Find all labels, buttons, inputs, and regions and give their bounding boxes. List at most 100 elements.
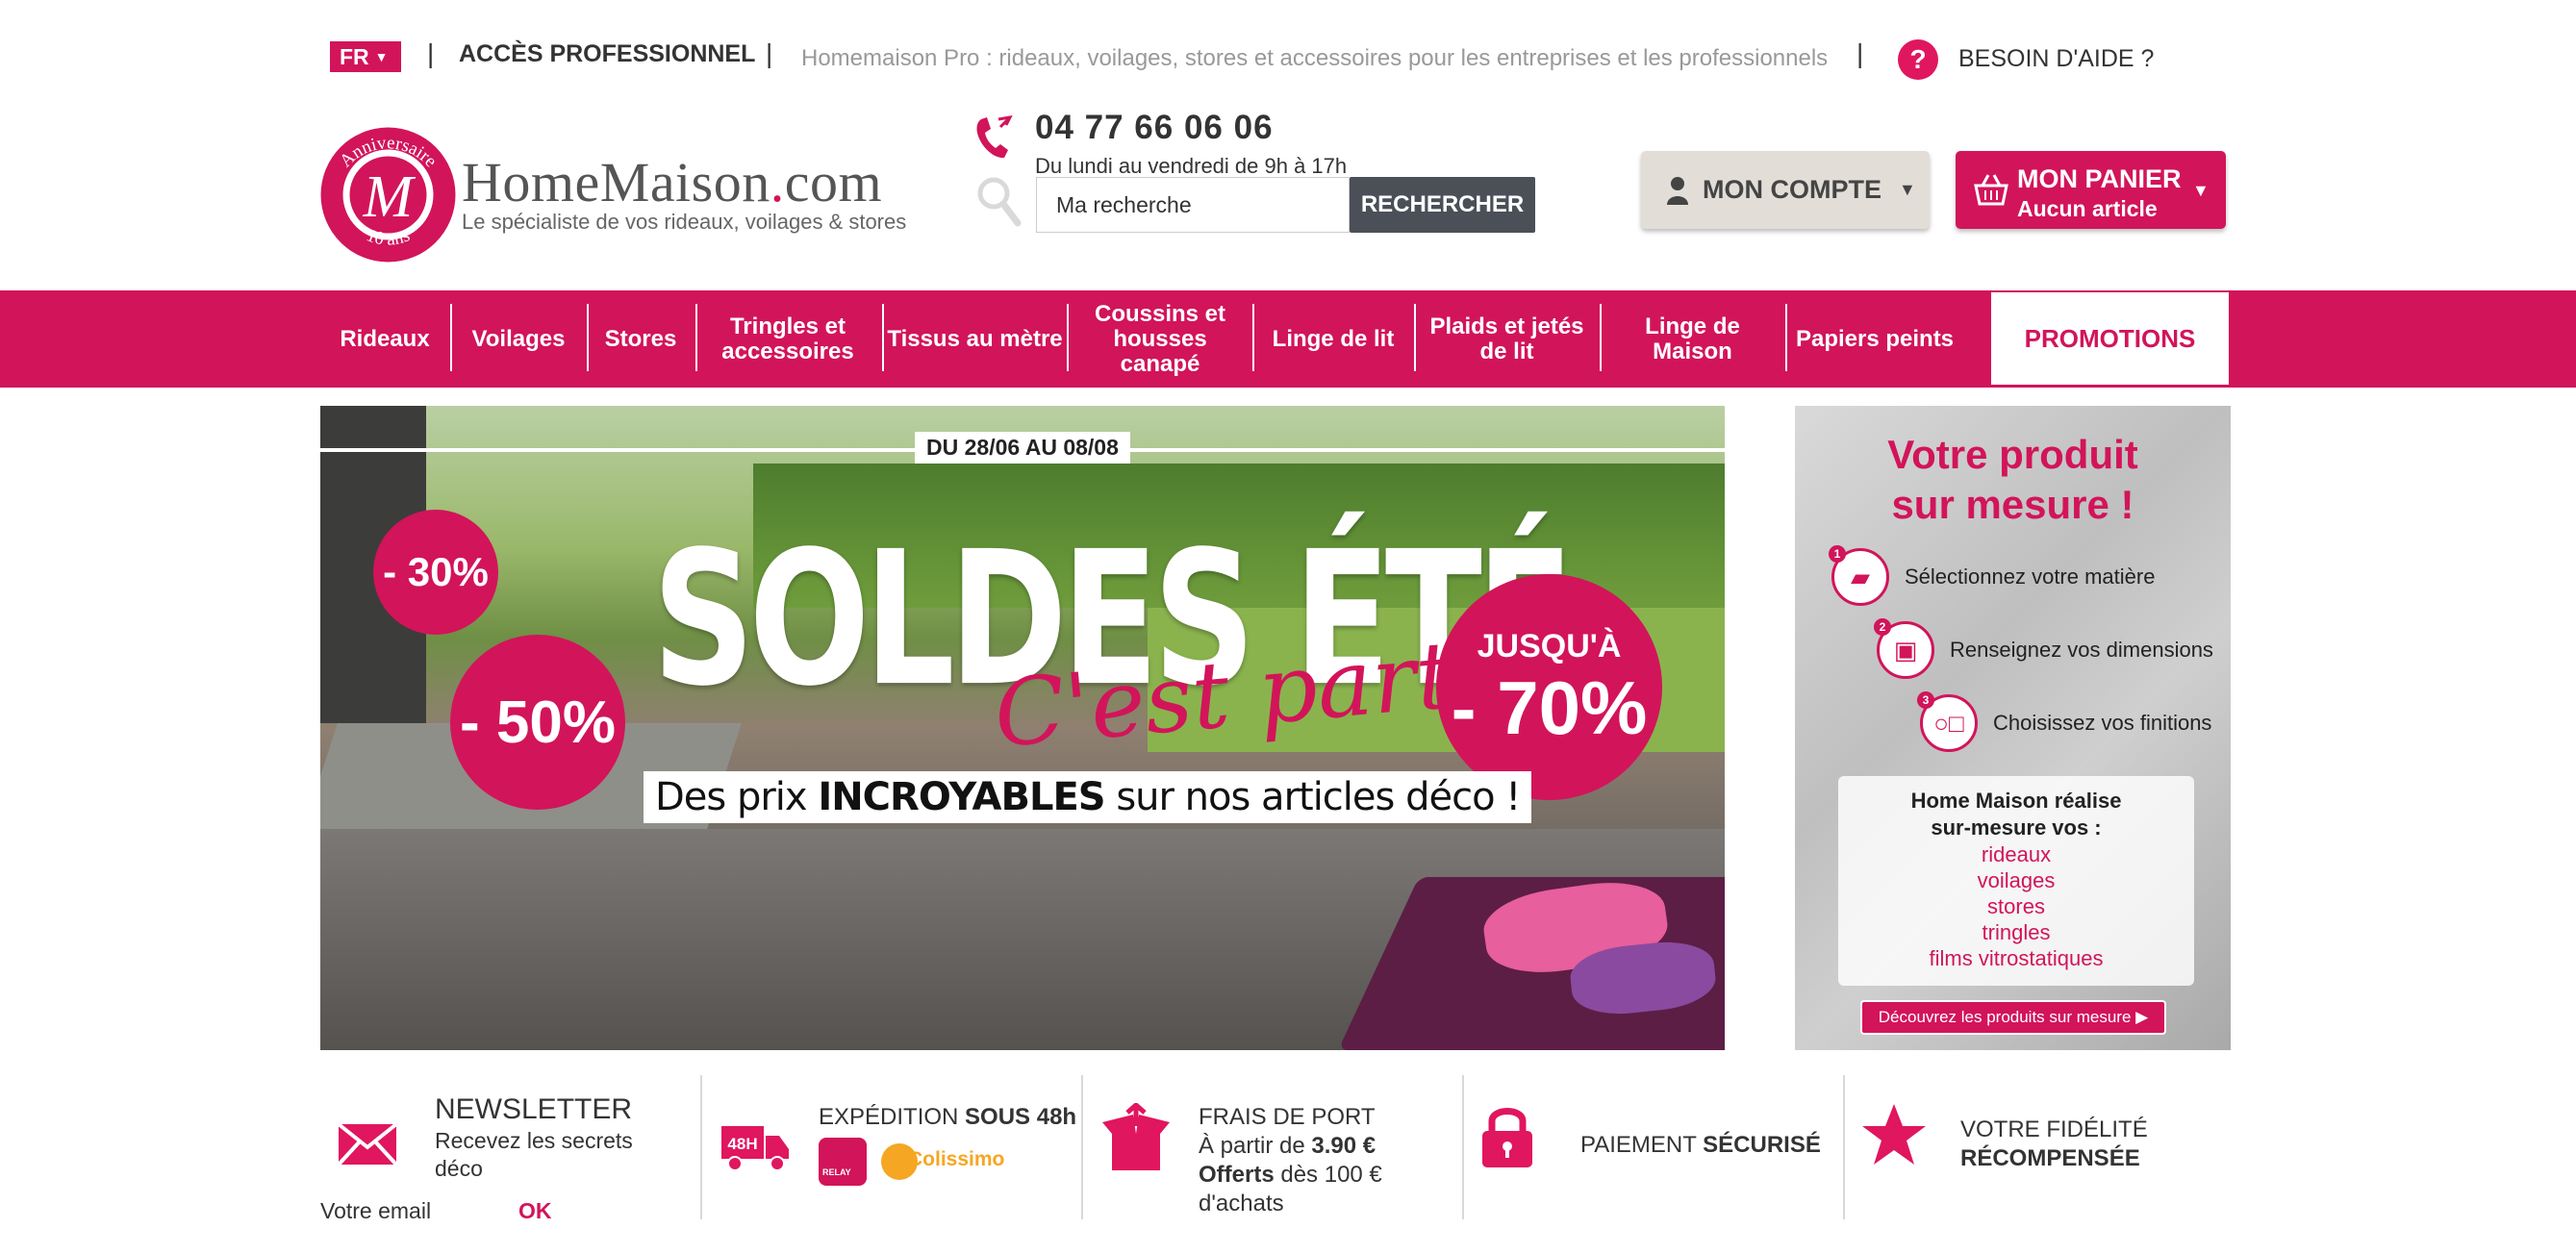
- step-label: Choisissez vos finitions: [1993, 711, 2212, 735]
- truck-icon: 48H: [721, 1126, 789, 1171]
- basket-icon: [1974, 174, 2008, 206]
- user-icon: [1667, 176, 1688, 205]
- payment-part: PAIEMENT: [1580, 1132, 1704, 1158]
- discount-70-value: - 70%: [1451, 665, 1648, 750]
- fabric-icon: 1 ▰: [1829, 545, 1889, 606]
- nav-separator: [1414, 304, 1416, 371]
- loyalty-line: VOTRE FIDÉLITÉ: [1960, 1116, 2148, 1142]
- logo-title-dot: .: [770, 151, 785, 213]
- port-line: dès 100 €: [1274, 1162, 1382, 1188]
- nav-item-tringles[interactable]: Tringles et accessoires: [699, 290, 876, 388]
- caret-down-icon: ▼: [2192, 181, 2210, 200]
- help-link[interactable]: BESOIN D'AIDE ?: [1958, 45, 2154, 73]
- nav-separator: [1785, 304, 1787, 371]
- separator: |: [1856, 38, 1864, 68]
- nav-separator: [1067, 304, 1069, 371]
- cart-button[interactable]: MON PANIER Aucun article ▼: [1956, 151, 2226, 229]
- product-link-voilages[interactable]: voilages: [1838, 867, 2194, 893]
- colissimo-label: Colissimo: [908, 1148, 1005, 1170]
- shipping-part: EXPÉDITION: [819, 1104, 966, 1130]
- phone-icon: [976, 115, 1013, 159]
- nav-item-rideaux[interactable]: Rideaux: [327, 290, 442, 388]
- products-box-heading: Home Maison réalise: [1910, 789, 2122, 813]
- panel-title-line: Votre produit: [1887, 432, 2138, 477]
- shipping-title: EXPÉDITION SOUS 48h: [819, 1103, 1076, 1132]
- product-link-films[interactable]: films vitrostatiques: [1838, 945, 2194, 971]
- account-label: MON COMPTE: [1703, 175, 1881, 204]
- site-logo-title[interactable]: HomeMaison.com: [462, 150, 882, 214]
- loyalty-text: VOTRE FIDÉLITÉ RÉCOMPENSÉE: [1960, 1116, 2148, 1173]
- discount-badge-70: JUSQU'À - 70%: [1436, 574, 1662, 800]
- lock-icon: [1482, 1108, 1532, 1167]
- language-selector[interactable]: FR ▼: [330, 41, 401, 72]
- panel-title: Votre produit sur mesure !: [1795, 430, 2231, 530]
- nav-item-voilages[interactable]: Voilages: [456, 290, 581, 388]
- step-finishes: 3 ○□ Choisissez vos finitions: [1917, 691, 2212, 752]
- search-button[interactable]: RECHERCHER: [1350, 177, 1535, 233]
- nav-separator: [882, 304, 884, 371]
- hero-banner[interactable]: DU 28/06 AU 08/08 - 30% - 50% SOLDES ÉTÉ…: [320, 406, 1725, 1050]
- help-icon[interactable]: ?: [1898, 39, 1938, 80]
- nav-item-coussins[interactable]: Coussins et housses canapé: [1071, 290, 1250, 388]
- nav-separator: [1252, 304, 1254, 371]
- upto-label: JUSQU'À: [1477, 627, 1622, 665]
- product-link-rideaux[interactable]: rideaux: [1838, 841, 2194, 867]
- port-line: FRAIS DE PORT: [1199, 1104, 1376, 1130]
- tagline-strong: INCROYABLES: [818, 775, 1105, 819]
- pro-access-link[interactable]: ACCÈS PROFESSIONNEL: [459, 40, 755, 68]
- logo-title-part: HomeMaison: [462, 151, 770, 213]
- port-line: d'achats: [1199, 1191, 1284, 1216]
- nav-item-papiers-peints[interactable]: Papiers peints: [1789, 290, 1960, 388]
- nav-item-linge-de-maison[interactable]: Linge de Maison: [1604, 290, 1781, 388]
- discount-badge-30: - 30%: [373, 510, 498, 635]
- account-button[interactable]: MON COMPTE ▼: [1641, 151, 1930, 229]
- separator: |: [766, 38, 773, 68]
- nav-item-plaids[interactable]: Plaids et jetés de lit: [1418, 290, 1596, 388]
- feature-separator: [1462, 1075, 1464, 1219]
- feature-separator: [1843, 1075, 1845, 1219]
- nav-item-linge-de-lit[interactable]: Linge de lit: [1256, 290, 1410, 388]
- nav-item-stores[interactable]: Stores: [591, 290, 691, 388]
- truck-label: 48H: [727, 1135, 757, 1153]
- sale-tagline: Des prix INCROYABLES sur nos articles dé…: [644, 771, 1532, 823]
- nav-separator: [587, 304, 589, 371]
- newsletter-ok-button[interactable]: OK: [518, 1198, 552, 1224]
- star-icon: [1862, 1104, 1926, 1165]
- discount-badge-50: - 50%: [450, 635, 625, 810]
- opening-hours: Du lundi au vendredi de 9h à 17h: [1035, 154, 1348, 178]
- phone-number[interactable]: 04 77 66 06 06: [1035, 109, 1274, 147]
- logo-title-part: com: [784, 151, 883, 213]
- nav-item-promotions[interactable]: PROMOTIONS: [1991, 292, 2229, 385]
- custom-products-panel[interactable]: Votre produit sur mesure ! 1 ▰ Sélectionn…: [1795, 406, 2231, 1050]
- port-price: 3.90 €: [1311, 1133, 1376, 1159]
- dimensions-icon: 2 ▣: [1874, 618, 1934, 679]
- nav-separator: [450, 304, 452, 371]
- nav-separator: [695, 304, 697, 371]
- cart-status: Aucun article: [2017, 196, 2158, 221]
- shipping-cost-text: FRAIS DE PORT À partir de 3.90 € Offerts…: [1199, 1103, 1382, 1218]
- loyalty-strong: RÉCOMPENSÉE: [1960, 1145, 2140, 1171]
- anniversary-logo-icon[interactable]: M Anniversaire 10 ans: [318, 125, 458, 264]
- port-line: À partir de: [1199, 1133, 1312, 1159]
- separator: |: [427, 38, 435, 68]
- pro-tagline-link[interactable]: Homemaison Pro : rideaux, voilages, stor…: [801, 45, 1828, 72]
- caret-down-icon: ▼: [1899, 180, 1916, 199]
- product-link-tringles[interactable]: tringles: [1838, 919, 2194, 945]
- product-link-stores[interactable]: stores: [1838, 893, 2194, 919]
- relay-logo-icon: RELAY: [819, 1138, 867, 1186]
- newsletter-subtitle: Recevez les secrets déco: [435, 1128, 633, 1181]
- feature-separator: [1081, 1075, 1083, 1219]
- products-box-heading: sur-mesure vos :: [1931, 815, 2102, 840]
- svg-text:M: M: [363, 164, 417, 230]
- envelope-icon: [337, 1122, 398, 1166]
- products-box: Home Maison réalise sur-mesure vos : rid…: [1838, 776, 2194, 986]
- step-material: 1 ▰ Sélectionnez votre matière: [1829, 545, 2155, 606]
- nav-item-tissus[interactable]: Tissus au mètre: [886, 290, 1064, 388]
- search-input[interactable]: [1036, 177, 1350, 233]
- search-icon: [977, 177, 1022, 227]
- discover-custom-button[interactable]: Découvrez les produits sur mesure ▶: [1860, 1000, 2166, 1035]
- shipping-strong: SOUS 48h: [965, 1104, 1077, 1130]
- finishes-icon: 3 ○□: [1917, 691, 1978, 752]
- nav-separator: [1600, 304, 1602, 371]
- payment-text: PAIEMENT SÉCURISÉ: [1580, 1131, 1821, 1160]
